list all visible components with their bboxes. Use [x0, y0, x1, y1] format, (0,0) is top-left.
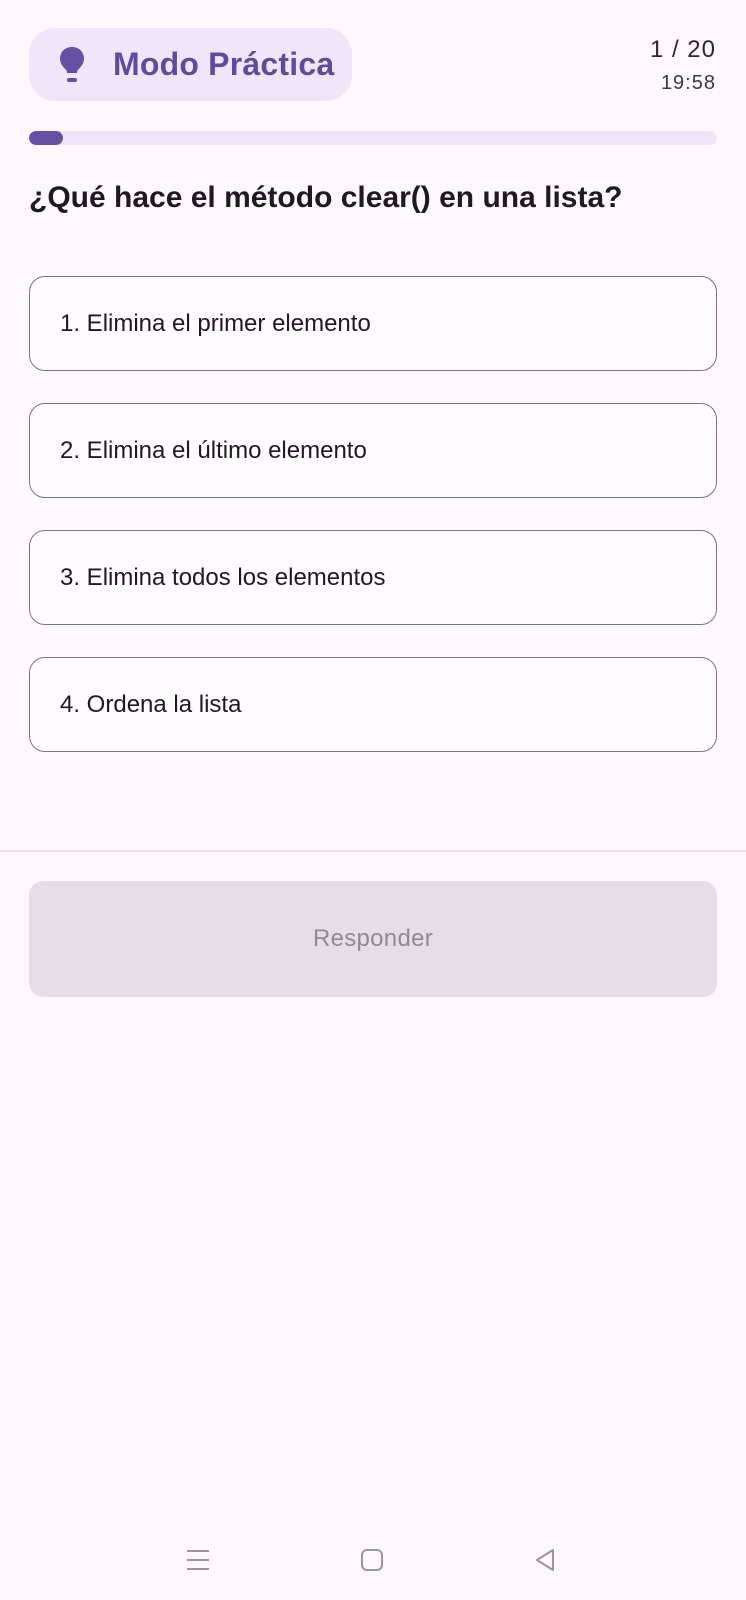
answer-option-label: 1. Elimina el primer elemento: [60, 309, 371, 337]
submit-label: Responder: [312, 925, 434, 952]
answer-option-label: 3. Elimina todos los elementos: [60, 563, 386, 591]
divider: [0, 850, 746, 852]
timer: 19:58: [660, 72, 716, 94]
home-icon[interactable]: [352, 1540, 392, 1580]
answer-option-3[interactable]: 3. Elimina todos los elementos: [29, 530, 717, 625]
question-text: ¿Qué hace el método clear() en una lista…: [29, 181, 623, 214]
mode-chip: Modo Práctica: [29, 28, 352, 101]
back-icon[interactable]: [525, 1540, 565, 1580]
menu-icon[interactable]: [178, 1540, 218, 1580]
answer-option-label: 4. Ordena la lista: [60, 690, 242, 718]
answer-option-label: 2. Elimina el último elemento: [60, 436, 367, 464]
submit-button[interactable]: Responder: [29, 881, 717, 997]
answer-option-2[interactable]: 2. Elimina el último elemento: [29, 403, 717, 498]
question-counter: 1 / 20 19:58: [650, 36, 716, 95]
lightbulb-icon: [57, 45, 87, 85]
answer-option-4[interactable]: 4. Ordena la lista: [29, 657, 717, 752]
answer-option-1[interactable]: 1. Elimina el primer elemento: [29, 276, 717, 371]
mode-label: Modo Práctica: [113, 46, 335, 82]
system-navbar: [0, 1530, 746, 1590]
progress-bar: [29, 131, 717, 145]
progress-fill: [29, 131, 64, 145]
question-count: 1 / 20: [649, 36, 716, 63]
answer-options: 1. Elimina el primer elemento 2. Elimina…: [29, 276, 717, 784]
